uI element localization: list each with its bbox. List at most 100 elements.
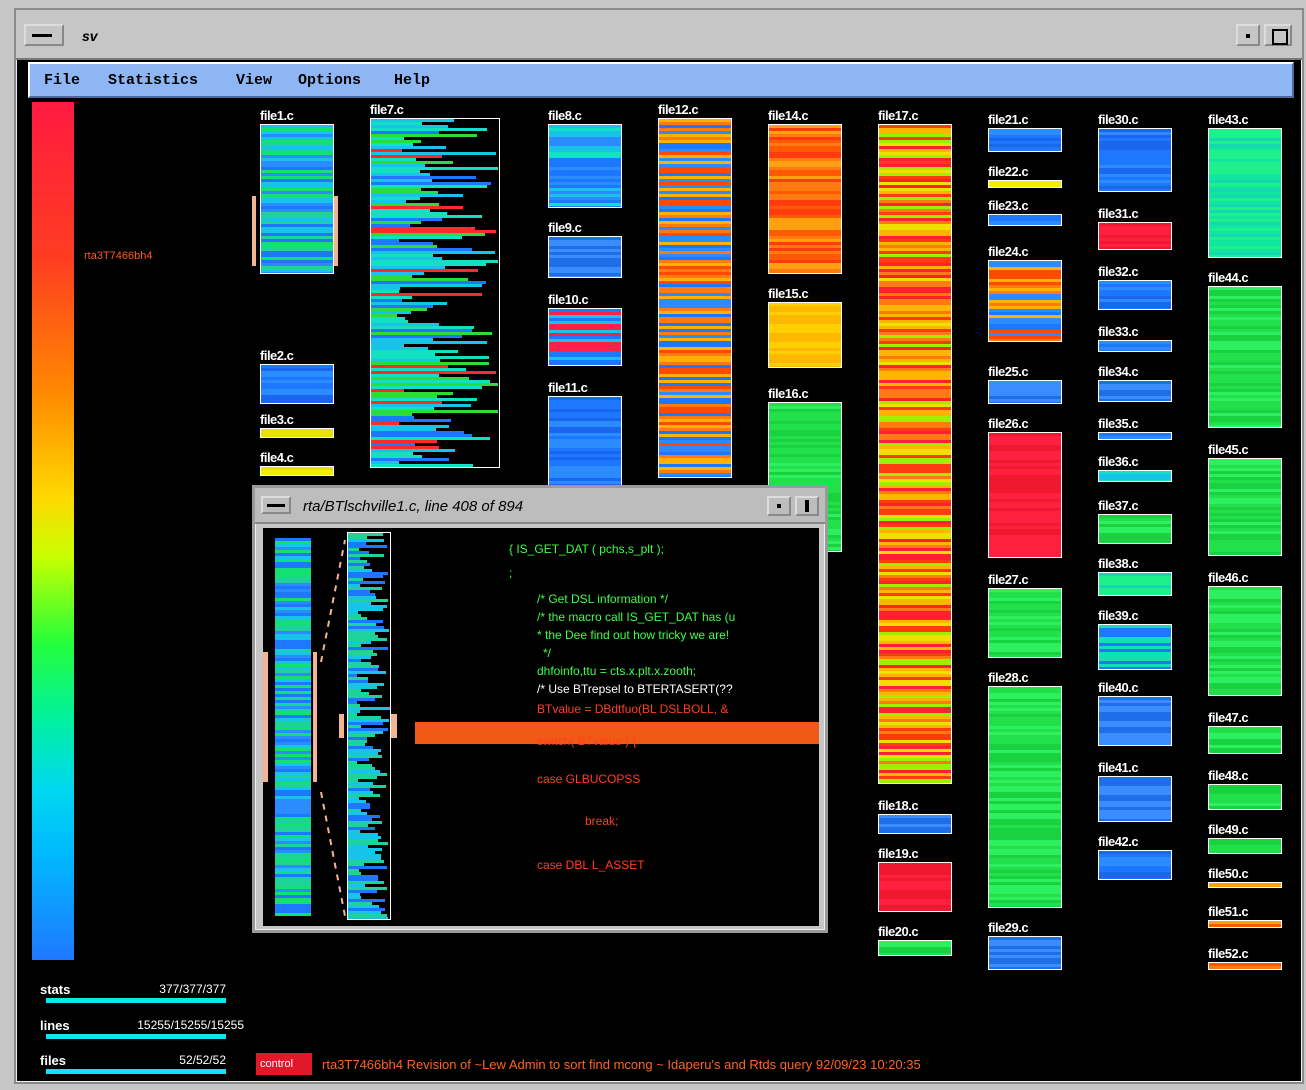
file-line-bar[interactable] [988, 686, 1062, 908]
file-line-bar[interactable] [658, 118, 732, 478]
file-line-bar[interactable] [1208, 726, 1282, 754]
maximize-button[interactable] [1264, 24, 1292, 46]
minimize-button[interactable] [1236, 24, 1260, 46]
zoomed-lines-strip[interactable] [347, 532, 391, 920]
file-line-bar[interactable] [548, 124, 622, 208]
file-label[interactable]: file29.c [988, 920, 1029, 935]
file-label[interactable]: file1.c [260, 108, 294, 123]
popup-menu-button[interactable] [261, 496, 291, 514]
file-label[interactable]: file47.c [1208, 710, 1249, 725]
file-label[interactable]: file10.c [548, 292, 589, 307]
file-line-bar[interactable] [548, 308, 622, 366]
file-label[interactable]: file35.c [1098, 416, 1139, 431]
stat-slider-stats[interactable] [46, 998, 226, 1003]
file-label[interactable]: file37.c [1098, 498, 1139, 513]
file-label[interactable]: file34.c [1098, 364, 1139, 379]
file-label[interactable]: file17.c [878, 108, 919, 123]
file-label[interactable]: file50.c [1208, 866, 1249, 881]
file-label[interactable]: file16.c [768, 386, 809, 401]
title-bar[interactable]: sv [16, 10, 1302, 60]
file-label[interactable]: file18.c [878, 798, 919, 813]
menu-help[interactable]: Help [394, 72, 430, 89]
file-line-bar[interactable] [370, 118, 500, 468]
file-label[interactable]: file9.c [548, 220, 582, 235]
popup-maximize-button[interactable] [795, 496, 819, 516]
file-label[interactable]: file21.c [988, 112, 1029, 127]
menu-file[interactable]: File [44, 72, 80, 89]
popup-title-bar[interactable]: rta/BTlschville1.c, line 408 of 894 [255, 488, 825, 524]
file-label[interactable]: file36.c [1098, 454, 1139, 469]
file-label[interactable]: file24.c [988, 244, 1029, 259]
file-line-bar[interactable] [878, 124, 952, 784]
menu-options[interactable]: Options [298, 72, 361, 89]
file-label[interactable]: file8.c [548, 108, 582, 123]
file-line-bar[interactable] [260, 466, 334, 476]
file-label[interactable]: file4.c [260, 450, 294, 465]
file-label[interactable]: file22.c [988, 164, 1029, 179]
file-line-bar[interactable] [988, 128, 1062, 152]
file-label[interactable]: file19.c [878, 846, 919, 861]
file-line-bar[interactable] [768, 124, 842, 274]
file-line-bar[interactable] [1208, 920, 1282, 928]
file-line-bar[interactable] [1208, 458, 1282, 556]
file-label[interactable]: file32.c [1098, 264, 1139, 279]
file-line-bar[interactable] [1208, 128, 1282, 258]
file-label[interactable]: file23.c [988, 198, 1029, 213]
file-label[interactable]: file25.c [988, 364, 1029, 379]
file-label[interactable]: file41.c [1098, 760, 1139, 775]
file-line-bar[interactable] [878, 940, 952, 956]
file-label[interactable]: file26.c [988, 416, 1029, 431]
file-line-bar[interactable] [1098, 470, 1172, 482]
stat-slider-lines[interactable] [46, 1034, 226, 1039]
menu-view[interactable]: View [236, 72, 272, 89]
source-view-window[interactable]: rta/BTlschville1.c, line 408 of 894 { IS… [252, 485, 828, 933]
file-label[interactable]: file39.c [1098, 608, 1139, 623]
file-line-bar[interactable] [1208, 286, 1282, 428]
file-line-bar[interactable] [988, 588, 1062, 658]
color-scale-bar[interactable] [32, 102, 74, 960]
file-line-bar[interactable] [260, 428, 334, 438]
file-label[interactable]: file15.c [768, 286, 809, 301]
window-menu-button[interactable] [24, 24, 64, 46]
file-line-bar[interactable] [1098, 128, 1172, 192]
file-label[interactable]: file27.c [988, 572, 1029, 587]
file-line-bar[interactable] [1208, 962, 1282, 970]
status-chip[interactable]: control [256, 1053, 312, 1075]
file-line-bar[interactable] [1098, 380, 1172, 402]
file-label[interactable]: file43.c [1208, 112, 1249, 127]
file-label[interactable]: file33.c [1098, 324, 1139, 339]
file-line-bar[interactable] [1208, 784, 1282, 810]
file-line-bar[interactable] [988, 936, 1062, 970]
file-line-bar[interactable] [878, 814, 952, 834]
file-label[interactable]: file38.c [1098, 556, 1139, 571]
file-line-bar[interactable] [988, 260, 1062, 342]
file-label[interactable]: file52.c [1208, 946, 1249, 961]
file-line-bar[interactable] [1098, 514, 1172, 544]
file-label[interactable]: file11.c [548, 380, 588, 395]
file-label[interactable]: file12.c [658, 102, 699, 117]
file-line-bar[interactable] [1098, 624, 1172, 670]
file-label[interactable]: file49.c [1208, 822, 1249, 837]
file-overview-strip[interactable] [275, 538, 311, 918]
file-label[interactable]: file40.c [1098, 680, 1139, 695]
file-label[interactable]: file31.c [1098, 206, 1139, 221]
file-label[interactable]: file28.c [988, 670, 1029, 685]
file-line-bar[interactable] [988, 214, 1062, 226]
file-line-bar[interactable] [768, 302, 842, 368]
file-label[interactable]: file30.c [1098, 112, 1139, 127]
stat-slider-files[interactable] [46, 1069, 226, 1074]
file-label[interactable]: file51.c [1208, 904, 1249, 919]
file-line-bar[interactable] [1208, 838, 1282, 854]
file-line-bar[interactable] [1098, 696, 1172, 746]
file-label[interactable]: file20.c [878, 924, 919, 939]
file-line-bar[interactable] [1098, 850, 1172, 880]
file-line-bar[interactable] [1208, 586, 1282, 696]
file-label[interactable]: file46.c [1208, 570, 1249, 585]
file-line-bar[interactable] [260, 364, 334, 404]
file-line-bar[interactable] [1098, 340, 1172, 352]
file-line-bar[interactable] [1098, 222, 1172, 250]
menu-statistics[interactable]: Statistics [108, 72, 198, 89]
file-line-bar[interactable] [988, 432, 1062, 558]
file-label[interactable]: file2.c [260, 348, 294, 363]
file-line-bar[interactable] [1098, 432, 1172, 440]
